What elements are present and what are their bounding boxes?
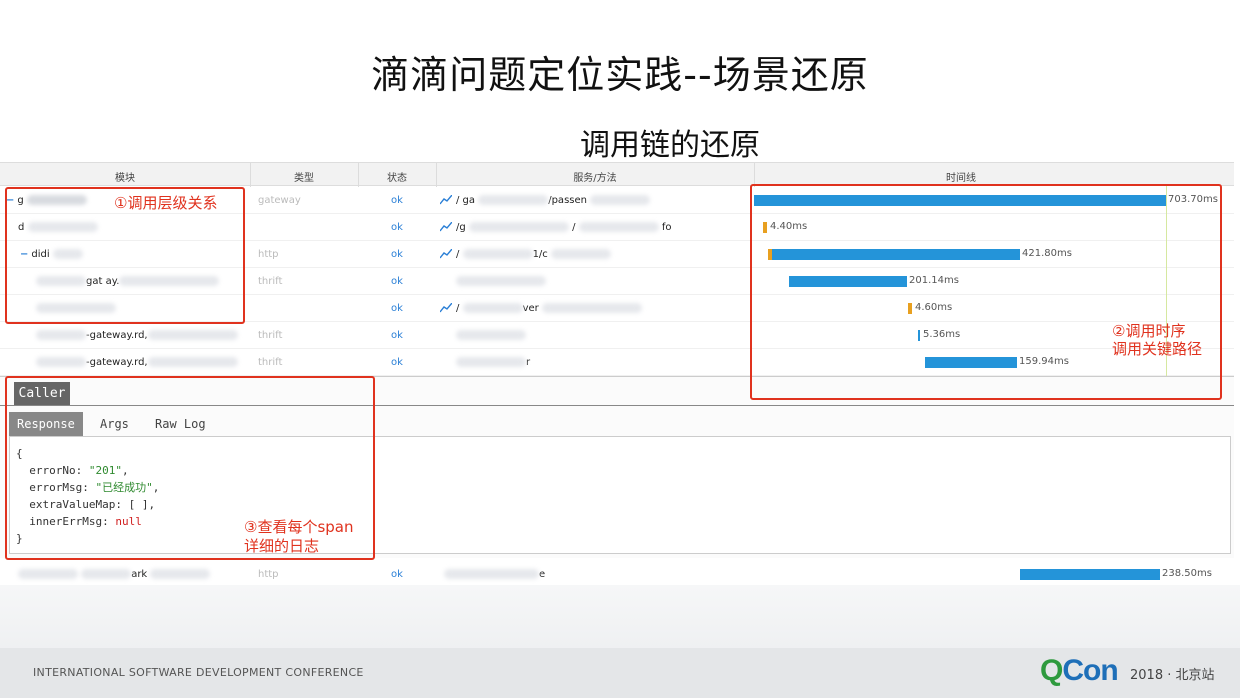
row-type: gateway (258, 195, 301, 206)
row-type: http (258, 249, 279, 260)
row-module: -gateway.rd, (36, 330, 238, 341)
timeline-bar[interactable] (1020, 569, 1160, 580)
annotation-log-2: 详细的日志 (244, 537, 320, 555)
row-status: ok (391, 303, 403, 314)
slide-title: 滴滴问题定位实践--场景还原 (371, 53, 869, 97)
row-service[interactable]: / 1/c (440, 249, 611, 260)
row-service[interactable]: / ga /passen (440, 195, 651, 206)
row-type: thrift (258, 330, 283, 341)
annotation-log-1: ③查看每个span (244, 518, 354, 536)
row-module: -gateway.rd, (36, 357, 238, 368)
row-service[interactable]: e (444, 569, 545, 580)
column-header-service: 服务/方法 (573, 173, 617, 184)
row-status: ok (391, 222, 403, 233)
column-header-type: 类型 (294, 173, 314, 184)
annotation-hierarchy: ①调用层级关系 (112, 194, 220, 212)
annotation-timeline-1: ②调用时序 (1112, 322, 1186, 340)
trace-table-header: 模块 类型 状态 服务/方法 时间线 (0, 162, 1234, 187)
column-header-status: 状态 (387, 173, 407, 184)
row-type: thrift (258, 357, 283, 368)
footer-conference-name: INTERNATIONAL SOFTWARE DEVELOPMENT CONFE… (33, 666, 364, 679)
column-header-module: 模块 (115, 173, 135, 184)
qcon-logo: QCon (1040, 654, 1119, 687)
row-service[interactable]: /g / fo (440, 222, 671, 233)
row-status: ok (391, 330, 403, 341)
row-service[interactable]: r (456, 357, 530, 368)
annotation-box-timeline (750, 184, 1222, 400)
slide-subtitle: 调用链的还原 (580, 128, 760, 163)
chart-icon (440, 303, 452, 313)
footer-edition: 2018 · 北京站 (1130, 668, 1215, 683)
row-status: ok (391, 357, 403, 368)
row-service[interactable] (456, 330, 526, 341)
chart-icon (440, 222, 452, 232)
trace-row[interactable]: ark http ok e 238.50ms (0, 561, 1234, 588)
chart-icon (440, 195, 452, 205)
row-type: http (258, 569, 279, 580)
column-header-timeline: 时间线 (946, 173, 976, 184)
row-status: ok (391, 276, 403, 287)
row-service[interactable]: / ver (440, 303, 642, 314)
row-module: ark (18, 569, 211, 580)
row-status: ok (391, 569, 403, 580)
timeline-duration: 238.50ms (1162, 568, 1212, 579)
row-status: ok (391, 195, 403, 206)
row-status: ok (391, 249, 403, 260)
annotation-timeline-2: 调用关键路径 (1112, 340, 1203, 358)
row-type: thrift (258, 276, 283, 287)
chart-icon (440, 249, 452, 259)
row-service[interactable] (456, 276, 546, 287)
